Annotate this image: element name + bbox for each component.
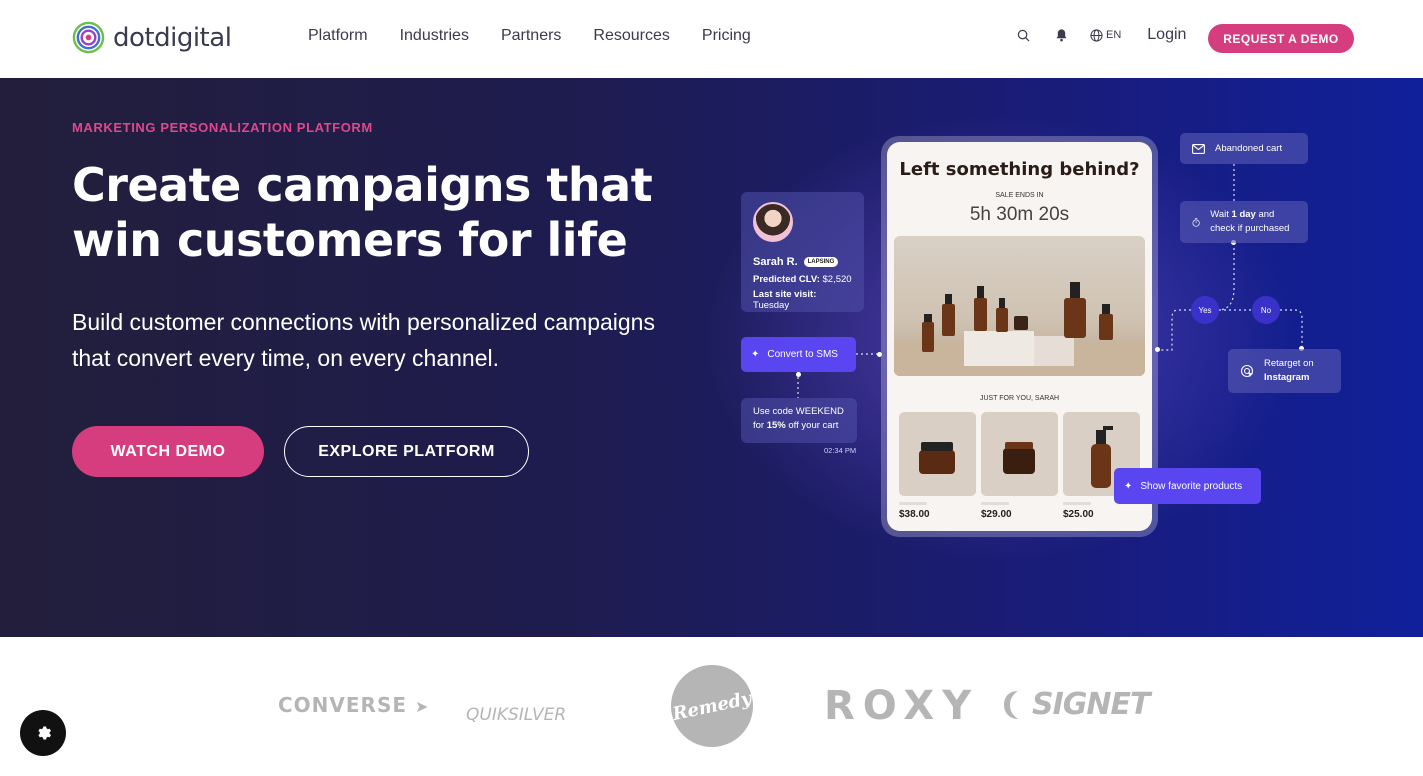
- sms-message-bubble: Use code WEEKEND for 15% off your cart: [741, 398, 857, 443]
- rating-bar: [1063, 502, 1091, 505]
- signet-logo: SIGNET: [1002, 687, 1150, 722]
- product-price: $29.00: [981, 509, 1012, 520]
- product-price: $25.00: [1063, 509, 1094, 520]
- show-favorite-products-label: Show favorite products: [1140, 480, 1243, 492]
- nav-partners[interactable]: Partners: [501, 27, 561, 45]
- language-label: EN: [1106, 29, 1122, 41]
- hero-section: MARKETING PERSONALIZATION PLATFORM Creat…: [0, 78, 1423, 637]
- sale-ends-label: SALE ENDS IN: [995, 192, 1044, 199]
- logo-text: dotdigital: [113, 22, 232, 53]
- nav-resources[interactable]: Resources: [593, 27, 669, 45]
- converse-logo: CONVERSE ➤: [278, 693, 430, 717]
- search-icon[interactable]: [1014, 26, 1032, 44]
- message-time: 02:34 PM: [824, 446, 857, 455]
- product-hero-image: [894, 236, 1145, 376]
- globe-icon: [1090, 28, 1103, 42]
- login-link[interactable]: Login: [1147, 26, 1186, 44]
- show-favorite-products-chip: ✦ Show favorite products: [1114, 468, 1261, 504]
- phone-screen: Left something behind? SALE ENDS IN 5h 3…: [887, 142, 1152, 531]
- dotdigital-logo[interactable]: dotdigital: [72, 21, 232, 54]
- avatar: [753, 202, 793, 242]
- main-nav: Platform Industries Partners Resources P…: [308, 27, 751, 45]
- wait-node: Wait 1 day and check if purchased: [1180, 201, 1308, 243]
- last-site-visit: Last site visit: Tuesday: [753, 289, 817, 311]
- roxy-logo: ROXY: [824, 683, 980, 729]
- predicted-clv: Predicted CLV: $2,520: [753, 274, 852, 285]
- yes-branch: Yes: [1191, 296, 1219, 324]
- no-branch: No: [1252, 296, 1280, 324]
- remedy-logo: Remedy: [663, 657, 761, 755]
- email-title: Left something behind?: [899, 159, 1140, 180]
- profile-name: Sarah R.: [753, 256, 798, 268]
- nav-industries[interactable]: Industries: [400, 27, 469, 45]
- convert-to-sms-label: Convert to SMS: [767, 349, 838, 360]
- sparkle-icon: ✦: [1124, 480, 1133, 492]
- bell-icon[interactable]: [1052, 26, 1070, 44]
- language-selector[interactable]: EN: [1090, 28, 1122, 42]
- rating-bar: [899, 502, 927, 505]
- product-card: [899, 412, 976, 496]
- mail-icon: [1192, 143, 1205, 154]
- request-demo-button[interactable]: REQUEST A DEMO: [1208, 24, 1354, 53]
- countdown-timer: 5h 30m 20s: [969, 204, 1070, 225]
- retarget-label: Retarget on Instagram: [1264, 358, 1314, 383]
- abandoned-cart-node: Abandoned cart: [1180, 133, 1308, 164]
- quiksilver-logo: QUIKSILVER: [466, 705, 567, 725]
- convert-to-sms-chip: ✦ Convert to SMS: [741, 337, 856, 372]
- product-card: [981, 412, 1058, 496]
- nav-pricing[interactable]: Pricing: [702, 27, 751, 45]
- signet-mark-icon: [1004, 690, 1018, 719]
- gear-icon: [38, 726, 51, 740]
- status-badge: LAPSING: [803, 257, 839, 267]
- abandoned-cart-label: Abandoned cart: [1215, 143, 1283, 154]
- dotdigital-logo-icon: [72, 21, 105, 54]
- nav-platform[interactable]: Platform: [308, 27, 368, 45]
- connector-dot: [796, 372, 801, 377]
- site-header: dotdigital Platform Industries Partners …: [0, 0, 1423, 78]
- product-price: $38.00: [899, 509, 930, 520]
- header-utilities: EN Login: [1014, 26, 1186, 44]
- wait-label: Wait 1 day and check if purchased: [1210, 209, 1290, 234]
- cursor-icon: [1240, 364, 1254, 378]
- customer-profile-card: Sarah R. LAPSING Predicted CLV: $2,520 L…: [741, 192, 864, 312]
- retarget-node: Retarget on Instagram: [1228, 349, 1341, 393]
- cookie-settings-button[interactable]: [20, 710, 66, 756]
- rating-bar: [981, 502, 1009, 505]
- timer-icon: [1192, 217, 1200, 227]
- profile-name-row: Sarah R. LAPSING: [753, 256, 852, 268]
- just-for-you-label: JUST FOR YOU, SARAH: [979, 395, 1060, 402]
- sparkle-icon: ✦: [751, 349, 760, 360]
- customer-logos: CONVERSE ➤ QUIKSILVER Remedy ROXY SIGNET: [0, 637, 1423, 776]
